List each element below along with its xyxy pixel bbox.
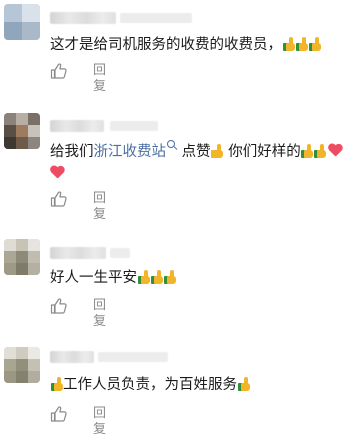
- username-blurred[interactable]: [50, 12, 116, 24]
- comment-text-after-topic: 点赞: [177, 144, 211, 160]
- comment-text: 这才是给司机服务的收费的收费员，: [50, 34, 342, 56]
- reply-button[interactable]: 回复: [93, 406, 106, 438]
- search-icon: [167, 140, 175, 148]
- like-icon[interactable]: [50, 405, 68, 423]
- username-blurred: [110, 248, 130, 258]
- username-blurred: [98, 352, 168, 362]
- topic-link[interactable]: 浙江收费站: [94, 144, 167, 160]
- thumbs-up-emoji-icon: [301, 144, 314, 158]
- thumbs-up-emoji-icon: [137, 270, 150, 284]
- reply-button[interactable]: 回复: [93, 191, 106, 223]
- avatar[interactable]: [4, 113, 40, 149]
- comment-text: 给我们浙江收费站 点赞 你们好样的: [50, 140, 342, 163]
- username-blurred[interactable]: [50, 351, 94, 363]
- username-blurred: [120, 13, 192, 23]
- comment-text-line-2: [50, 163, 342, 185]
- comment-text-content: 这才是给司机服务的收费的收费员，: [50, 37, 282, 53]
- comment-text-after-thumb: 你们好样的: [223, 144, 301, 160]
- avatar[interactable]: [4, 347, 40, 383]
- comment-text: 工作人员负责，为百姓服务: [50, 374, 342, 396]
- avatar[interactable]: [4, 4, 40, 40]
- thumbs-up-emoji-icon: [282, 37, 295, 51]
- heart-emoji-icon: [50, 166, 64, 179]
- thumbs-up-emoji-icon: [295, 37, 308, 51]
- thumbs-up-emoji-icon: [308, 37, 321, 51]
- thumbs-up-emoji-icon: [150, 270, 163, 284]
- thumbs-up-emoji-icon: [211, 144, 224, 158]
- thumbs-up-emoji-icon: [314, 144, 327, 158]
- comment-text-content: 好人一生平安: [50, 270, 137, 286]
- thumbs-up-emoji-icon: [50, 377, 63, 391]
- heart-emoji-icon: [328, 144, 342, 157]
- reply-button[interactable]: 回复: [93, 63, 106, 95]
- username-blurred[interactable]: [50, 120, 104, 132]
- like-icon[interactable]: [50, 297, 68, 315]
- reply-button[interactable]: 回复: [93, 298, 106, 330]
- like-icon[interactable]: [50, 190, 68, 208]
- thumbs-up-emoji-icon: [237, 377, 250, 391]
- username-blurred: [110, 121, 158, 131]
- avatar[interactable]: [4, 239, 40, 275]
- comment-text-before-topic: 给我们: [50, 144, 94, 160]
- comment-text: 好人一生平安: [50, 267, 342, 289]
- thumbs-up-emoji-icon: [163, 270, 176, 284]
- like-icon[interactable]: [50, 62, 68, 80]
- username-blurred[interactable]: [50, 247, 106, 259]
- comment-text-content: 工作人员负责，为百姓服务: [63, 377, 237, 393]
